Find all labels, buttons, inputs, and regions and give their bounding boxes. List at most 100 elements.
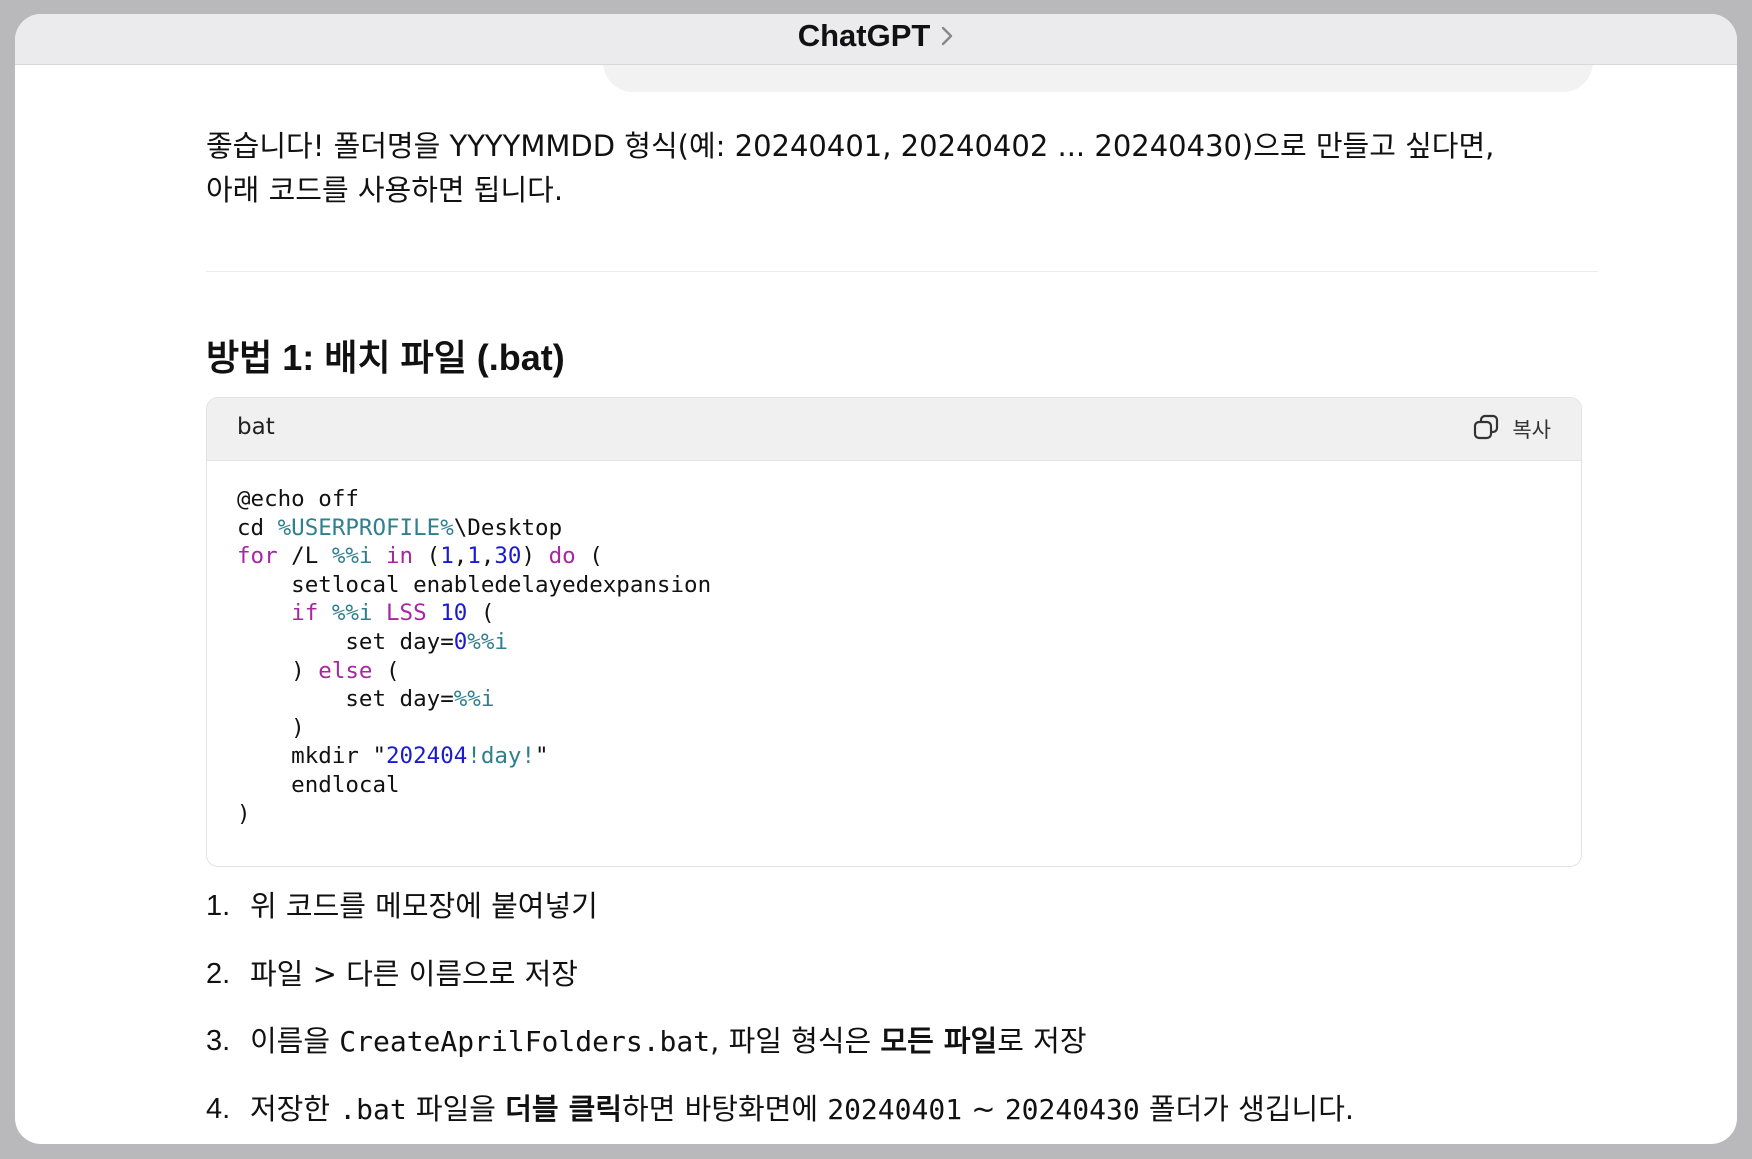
code-content[interactable]: @echo off cd %USERPROFILE%\Desktop for /L … <box>207 461 1581 828</box>
bold-text: 더블 클릭 <box>505 1091 623 1126</box>
code-token: ) <box>237 657 319 684</box>
code-token: @echo off <box>237 486 359 512</box>
code-token: ) <box>237 800 251 827</box>
section-heading: 방법 1: 배치 파일 (.bat) <box>206 337 565 378</box>
code-token: %%i <box>331 600 373 627</box>
code-token: for <box>237 543 278 570</box>
list-item-text: 위 코드를 메모장에 붙여넣기 <box>250 884 598 928</box>
title-bar: ChatGPT <box>15 14 1737 65</box>
code-line: @echo off <box>237 485 1551 514</box>
code-token: %USERPROFILE% <box>277 514 454 541</box>
text-run: 로 저장 <box>997 1024 1087 1058</box>
text-run: 폴더가 생깁니다. <box>1139 1091 1355 1126</box>
text-run: 파일을 <box>406 1091 506 1126</box>
code-token: 10 <box>440 600 468 627</box>
text-run: 위 코드를 메모장에 붙여넣기 <box>250 889 598 923</box>
code-token: ) <box>521 543 549 570</box>
code-token: 1 <box>467 543 481 570</box>
list-item-number: 3. <box>206 1025 231 1057</box>
code-token: !day! <box>467 743 536 770</box>
inline-code: .bat <box>339 1092 407 1126</box>
text-run: 파일 > 다른 이름으로 저장 <box>250 956 578 991</box>
code-token: ( <box>413 543 441 570</box>
app-title[interactable]: ChatGPT <box>798 18 931 54</box>
code-token: %%i <box>467 628 508 655</box>
code-token: set day= <box>237 628 454 655</box>
app-window: ChatGPT 좋습니다! 폴더명을 YYYYMMDD 형식(예: 202404… <box>15 14 1737 1144</box>
code-token: if <box>291 600 319 627</box>
code-token: , <box>453 543 468 570</box>
inline-code: 20240401 <box>827 1092 963 1126</box>
list-item: 1. 위 코드를 메모장에 붙여넣기 <box>206 884 1598 952</box>
code-token: /L <box>277 543 332 570</box>
code-line: mkdir "202404!day!" <box>237 742 1551 771</box>
copy-icon[interactable] <box>1472 413 1500 445</box>
code-line: ) else ( <box>237 657 1551 686</box>
text-run: ~ <box>962 1091 1005 1126</box>
text-run: 하면 바탕화면에 <box>622 1091 828 1126</box>
code-token: ( <box>575 543 603 570</box>
code-block: bat 복사 @echo off cd %USERPROFILE%\Desktop… <box>206 397 1582 867</box>
list-item-number: 2. <box>206 957 231 990</box>
list-item: 2. 파일 > 다른 이름으로 저장 <box>206 952 1598 1020</box>
code-token: \Desktop <box>453 514 563 541</box>
code-token: %%i <box>453 686 495 713</box>
text-run: 이름을 <box>250 1024 340 1058</box>
code-language-label: bat <box>237 414 275 440</box>
instruction-list: 1. 위 코드를 메모장에 붙여넣기 2. 파일 > 다른 이름으로 저장 3. 이름을 … <box>206 884 1598 1144</box>
list-item: 3. 이름을 CreateAprilFolders.bat, 파일 형식은 모든 … <box>206 1019 1598 1087</box>
bold-text: 모든 파일 <box>880 1024 998 1058</box>
code-line: ) <box>237 714 1551 743</box>
code-line: cd %USERPROFILE%\Desktop <box>237 514 1551 543</box>
code-token: ( <box>467 600 495 627</box>
code-token: cd <box>237 514 278 541</box>
code-line: endlocal <box>237 771 1551 800</box>
code-token: mkdir " <box>237 743 387 770</box>
code-token: " <box>535 743 549 770</box>
code-line: for /L %%i in (1,1,30) do ( <box>237 542 1551 571</box>
code-token: 30 <box>494 543 522 570</box>
list-item: 4. 저장한 .bat 파일을 더블 클릭하면 바탕화면에 20240401 ~ … <box>206 1087 1598 1145</box>
code-token: LSS <box>386 600 427 627</box>
text-run: , 파일 형식은 <box>710 1024 881 1058</box>
code-line: set day=0%%i <box>237 628 1551 657</box>
code-token: else <box>318 657 373 684</box>
code-token: endlocal <box>237 771 400 798</box>
list-item-number: 1. <box>206 890 231 922</box>
inline-code: CreateAprilFolders.bat <box>339 1025 711 1058</box>
inline-code: 20240430 <box>1004 1092 1140 1126</box>
model-selector[interactable]: ChatGPT <box>798 18 955 54</box>
code-token: ) <box>237 714 305 741</box>
copy-code-button[interactable]: 복사 <box>1472 413 1551 445</box>
code-token: setlocal enabledelayedexpansion <box>237 571 712 598</box>
code-token: 0 <box>453 628 468 655</box>
code-token: 202404 <box>386 743 468 770</box>
code-token: do <box>548 543 576 570</box>
code-token: 1 <box>440 543 454 570</box>
intro-line: 아래 코드를 사용하면 됩니다. <box>206 173 564 207</box>
code-block-header: bat 복사 <box>207 398 1581 461</box>
intro-paragraph: 좋습니다! 폴더명을 YYYYMMDD 형식(예: 20240401, 2024… <box>206 124 1598 212</box>
code-token: set day= <box>237 686 454 713</box>
code-line: if %%i LSS 10 ( <box>237 599 1551 628</box>
text-run: 저장한 <box>250 1091 340 1126</box>
code-line: setlocal enabledelayedexpansion <box>237 571 1551 600</box>
intro-line: 좋습니다! 폴더명을 YYYYMMDD 형식(예: 20240401, 2024… <box>206 129 1495 163</box>
chevron-right-icon[interactable] <box>940 25 954 47</box>
code-token: ( <box>372 657 400 684</box>
code-token: %%i <box>331 543 373 570</box>
copy-label[interactable]: 복사 <box>1512 414 1551 444</box>
code-token: in <box>386 543 414 570</box>
code-line: ) <box>237 800 1551 829</box>
divider <box>206 271 1598 272</box>
list-item-text: 저장한 .bat 파일을 더블 클릭하면 바탕화면에 20240401 ~ 20… <box>250 1087 1354 1132</box>
code-line: set day=%%i <box>237 685 1551 714</box>
list-item-text: 파일 > 다른 이름으로 저장 <box>250 952 578 996</box>
list-item-number: 4. <box>206 1092 231 1125</box>
list-item-text: 이름을 CreateAprilFolders.bat, 파일 형식은 모든 파일… <box>250 1019 1087 1064</box>
